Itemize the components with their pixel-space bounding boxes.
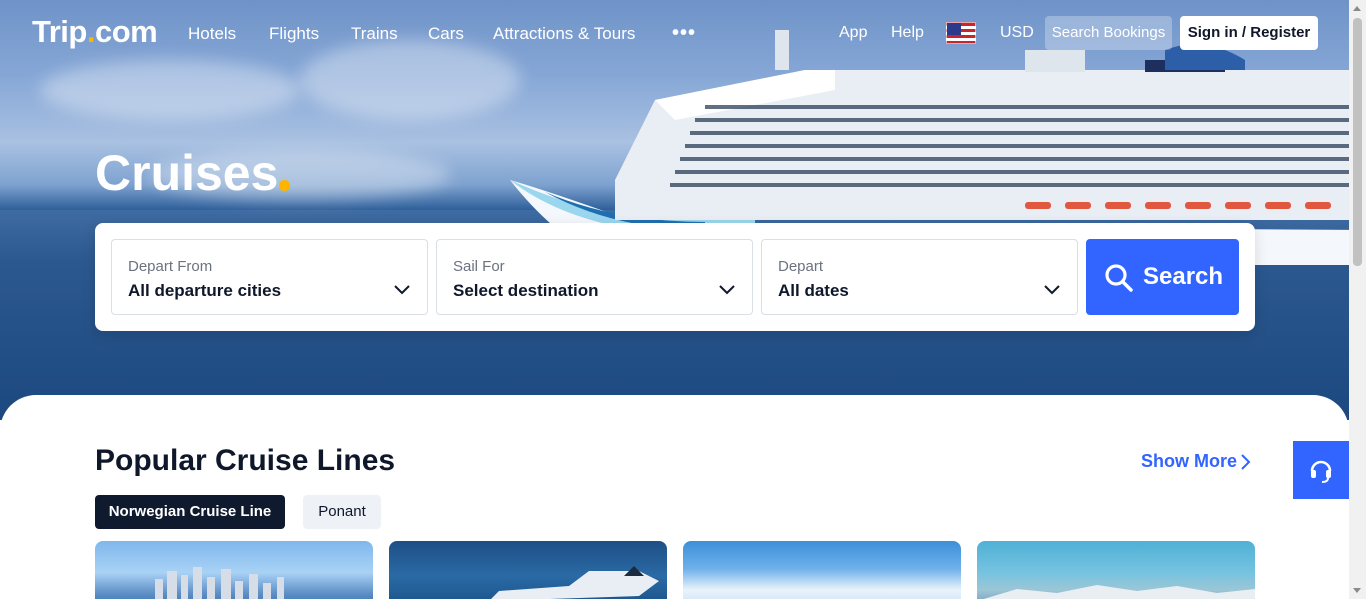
title-dot — [279, 180, 290, 191]
field-value: Select destination — [453, 281, 599, 300]
logo-suffix: com — [94, 14, 158, 49]
more-menu-icon[interactable]: ••• — [672, 22, 696, 45]
cruise-card-image[interactable] — [683, 541, 961, 599]
sail-for-dropdown[interactable]: Sail For Select destination — [436, 239, 753, 315]
cruise-search-panel: Depart From All departure cities Sail Fo… — [95, 223, 1255, 331]
cruise-card-image[interactable] — [95, 541, 373, 599]
top-navigation: Trip.com Hotels Flights Trains Cars Attr… — [0, 0, 1349, 66]
field-value: All departure cities — [128, 281, 282, 300]
field-label: Depart — [778, 258, 824, 275]
scroll-up-arrow-icon[interactable] — [1353, 6, 1361, 11]
field-value: All dates — [778, 281, 849, 300]
main-content: Popular Cruise Lines Show More Norwegian… — [0, 395, 1349, 599]
search-icon — [1105, 264, 1133, 292]
cruise-card-image[interactable] — [389, 541, 667, 599]
nav-attractions-tours[interactable]: Attractions & Tours — [493, 24, 635, 44]
nav-trains[interactable]: Trains — [351, 24, 398, 44]
search-bookings-button[interactable]: Search Bookings — [1045, 16, 1172, 50]
search-button-label: Search — [1143, 263, 1224, 290]
depart-date-dropdown[interactable]: Depart All dates — [761, 239, 1078, 315]
field-label: Depart From — [128, 258, 213, 275]
ship-at-sea-image — [491, 566, 659, 599]
nav-cars[interactable]: Cars — [428, 24, 464, 44]
logo-text: Trip — [32, 14, 87, 49]
nav-flights[interactable]: Flights — [269, 24, 319, 44]
scroll-down-arrow-icon[interactable] — [1353, 588, 1361, 593]
chevron-down-icon — [719, 285, 735, 295]
page-title: Cruises — [95, 145, 279, 201]
nav-help[interactable]: Help — [891, 24, 924, 42]
tab-ponant[interactable]: Ponant — [303, 495, 381, 529]
currency-selector[interactable]: USD — [1000, 24, 1034, 42]
scroll-thumb[interactable] — [1353, 18, 1362, 266]
nav-hotels[interactable]: Hotels — [188, 24, 236, 44]
field-label: Sail For — [453, 258, 505, 275]
trip-logo[interactable]: Trip.com — [32, 14, 158, 50]
section-title: Popular Cruise Lines — [95, 444, 396, 477]
search-button[interactable]: Search — [1086, 239, 1239, 315]
depart-from-dropdown[interactable]: Depart From All departure cities — [111, 239, 428, 315]
city-skyline-image — [155, 567, 284, 599]
tab-norwegian-cruise-line[interactable]: Norwegian Cruise Line — [95, 495, 285, 529]
cloud — [40, 60, 300, 120]
customer-support-button[interactable] — [1293, 441, 1349, 499]
mountains-image — [983, 585, 1255, 599]
nav-app[interactable]: App — [839, 24, 867, 42]
chevron-down-icon — [394, 285, 410, 295]
us-flag-icon[interactable] — [946, 22, 976, 44]
cruise-card-image[interactable] — [977, 541, 1255, 599]
show-more-link[interactable]: Show More — [1141, 451, 1237, 472]
chevron-right-icon[interactable] — [1240, 453, 1252, 471]
sign-in-register-button[interactable]: Sign in / Register — [1180, 16, 1318, 50]
vertical-scrollbar[interactable] — [1349, 0, 1366, 599]
logo-dot: . — [86, 14, 96, 49]
headset-icon — [1310, 460, 1332, 483]
chevron-down-icon — [1044, 285, 1060, 295]
